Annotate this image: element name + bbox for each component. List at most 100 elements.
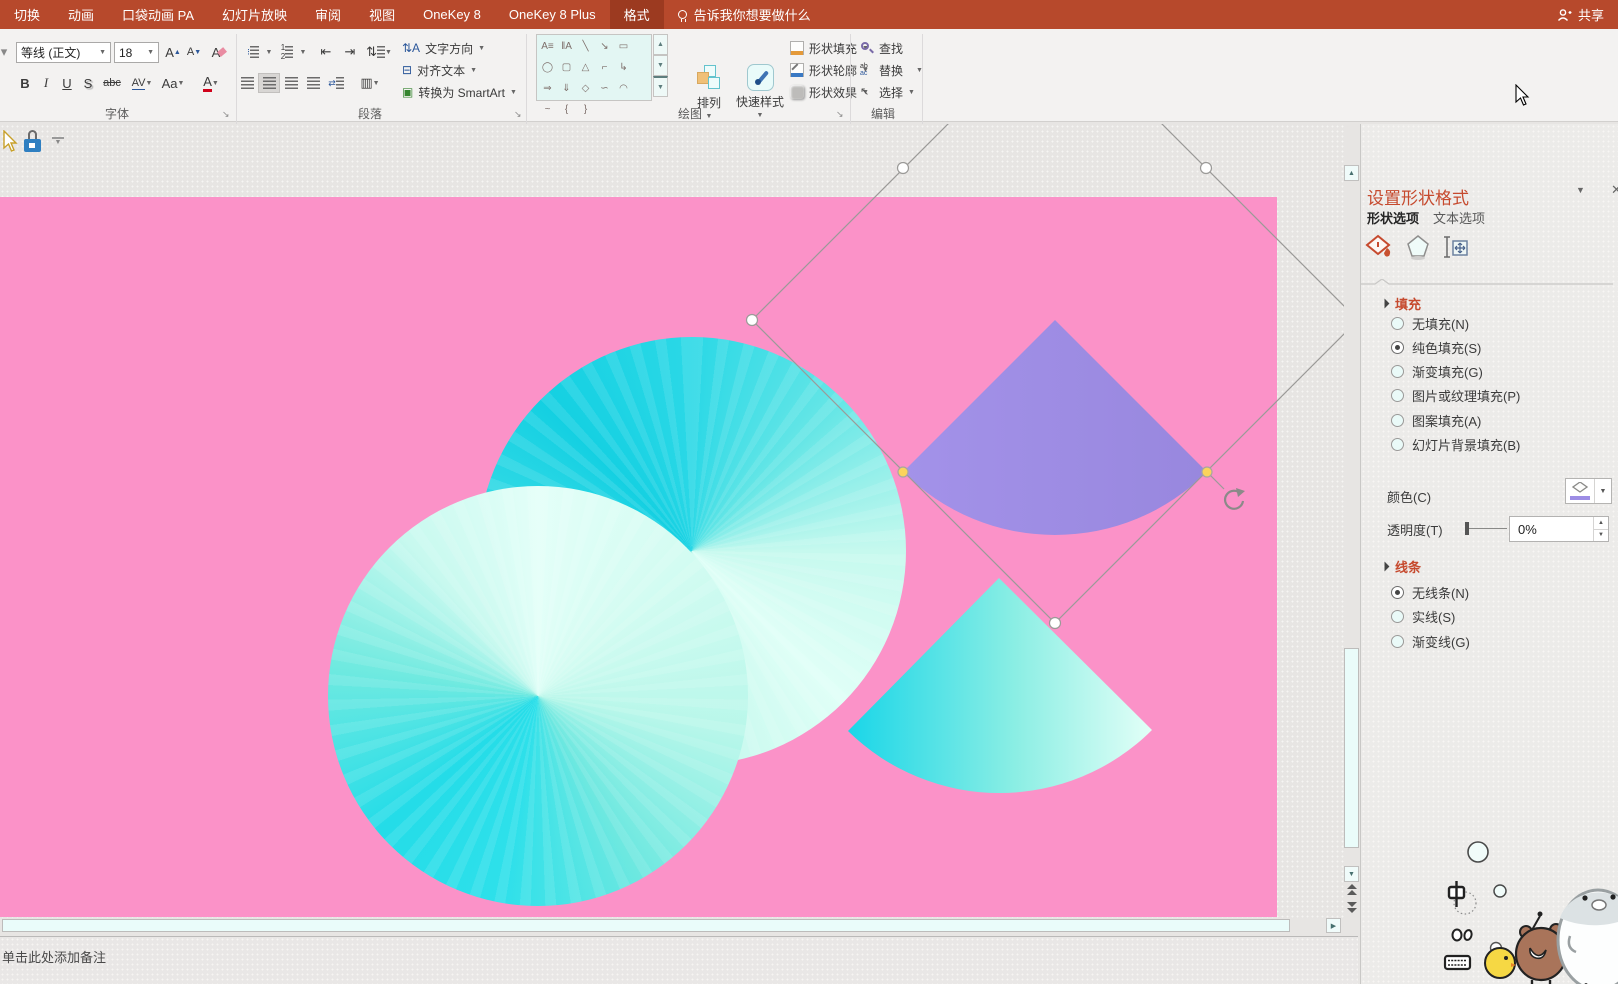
menu-tab-切换[interactable]: 切换 (0, 0, 54, 29)
hscroll-right-button[interactable]: ▶ (1326, 918, 1341, 933)
purple-fan-shape[interactable] (903, 320, 1207, 535)
line-option-0[interactable]: 无线条(N) (1391, 584, 1469, 601)
effects-icon-tab[interactable] (1405, 234, 1431, 260)
fill-radio-5[interactable] (1391, 438, 1404, 451)
next-slide-button[interactable] (1346, 902, 1358, 915)
line-radio-2[interactable] (1391, 634, 1404, 648)
gallery-shape-2[interactable]: ╲ (576, 36, 595, 57)
fill-radio-0[interactable] (1391, 316, 1404, 330)
fill-radio-4[interactable] (1391, 413, 1404, 427)
fill-option-1[interactable]: 纯色填充(S) (1391, 339, 1481, 356)
increase-font-button[interactable]: A ▲ (163, 42, 183, 62)
align-text-button[interactable]: ⊟ 对齐文本 ▼ (402, 60, 477, 80)
arrange-button[interactable]: 排列 ▼ (688, 63, 730, 133)
gallery-shape-12[interactable]: ◇ (576, 78, 595, 99)
gallery-shape-10[interactable]: ⇒ (538, 78, 557, 99)
menu-tab-视图[interactable]: 视图 (355, 0, 409, 29)
line-radio-0[interactable] (1391, 585, 1404, 599)
select-button[interactable]: ↖ 选择 ▼ (860, 82, 915, 102)
replace-button[interactable]: ab ac 替换 ▼ (860, 60, 923, 80)
color-dropdown-arrow[interactable]: ▼ (1594, 479, 1611, 503)
fill-radio-2[interactable] (1391, 365, 1404, 379)
line-option-1[interactable]: 实线(S) (1391, 609, 1455, 625)
spinner-down[interactable]: ▼ (1594, 528, 1608, 542)
clipped-button[interactable]: ▾ (0, 43, 8, 61)
gallery-shape-17[interactable]: } (576, 99, 595, 120)
align-center-button[interactable] (258, 73, 280, 93)
gallery-shape-11[interactable]: ⇓ (557, 78, 576, 99)
change-case-button[interactable]: Aa ▼ (158, 73, 188, 93)
cyan-fan-shape[interactable] (848, 578, 1152, 794)
size-properties-icon-tab[interactable] (1443, 234, 1469, 260)
clear-formatting-button[interactable]: A (208, 42, 230, 62)
fill-option-2[interactable]: 渐变填充(G) (1391, 364, 1483, 380)
gallery-shape-8[interactable]: ⌐ (595, 57, 614, 78)
hscroll-thumb[interactable] (2, 919, 1290, 932)
menu-tab-口袋动画 PA[interactable]: 口袋动画 PA (108, 0, 208, 29)
shape-effects-button[interactable]: 形状效果 ▼ (790, 82, 869, 102)
strikethrough-button[interactable]: abc (100, 73, 124, 93)
shape-outline-button[interactable]: 形状轮廓 ▼ (790, 60, 869, 80)
find-button[interactable]: 查找 (860, 38, 903, 58)
distribute-button[interactable]: ⇄ (324, 73, 348, 93)
line-section-header[interactable]: 线条 (1379, 557, 1421, 576)
increase-indent-button[interactable]: ⇥ (339, 42, 361, 62)
slide-canvas[interactable]: ▼ (0, 124, 1344, 918)
gallery-shape-6[interactable]: ▢ (557, 57, 576, 78)
pointer-tool-icon[interactable] (2, 130, 22, 154)
fill-option-0[interactable]: 无填充(N) (1391, 315, 1469, 332)
menu-tab-动画[interactable]: 动画 (54, 0, 108, 29)
resize-handle-ne[interactable] (1199, 161, 1213, 175)
gallery-shape-3[interactable]: ↘ (595, 36, 614, 57)
decrease-font-button[interactable]: A ▼ (184, 42, 204, 62)
menu-tab-OneKey 8[interactable]: OneKey 8 (409, 0, 495, 29)
menu-tab-格式[interactable]: 格式 (609, 0, 664, 29)
fill-option-3[interactable]: 图片或纹理填充(P) (1391, 388, 1520, 404)
text-shadow-button[interactable]: S (79, 73, 97, 93)
menu-tab-审阅[interactable]: 审阅 (301, 0, 355, 29)
fill-option-4[interactable]: 图案填充(A) (1391, 412, 1481, 429)
notes-pane[interactable]: 单击此处添加备注 (0, 937, 1358, 984)
tab-shape-options[interactable]: 形状选项 (1367, 208, 1419, 227)
gallery-shape-1[interactable]: ‖A (557, 36, 576, 57)
align-left-button[interactable] (236, 73, 258, 93)
fill-color-button[interactable]: ▼ (1565, 478, 1612, 504)
toolbar-options-dropdown[interactable]: ▼ (52, 137, 64, 146)
gallery-scroll-up[interactable]: ▲ (653, 34, 668, 55)
line-option-2[interactable]: 渐变线(G) (1391, 633, 1470, 650)
fill-option-5[interactable]: 幻灯片背景填充(B) (1391, 437, 1520, 453)
gallery-shape-4[interactable]: ▭ (614, 36, 633, 57)
align-right-button[interactable] (280, 73, 302, 93)
shape-fill-button[interactable]: 形状填充 ▼ (790, 38, 869, 58)
bullets-dropdown[interactable]: ▼ (264, 42, 274, 62)
bold-button[interactable]: B (16, 73, 34, 93)
fill-radio-3[interactable] (1391, 389, 1404, 403)
tab-text-options[interactable]: 文本选项 (1433, 208, 1485, 227)
convert-smartart-button[interactable]: ▣ 转换为 SmartArt ▼ (402, 82, 517, 102)
vscroll-down-button[interactable]: ▼ (1344, 866, 1359, 882)
resize-handle-nw[interactable] (896, 161, 910, 175)
character-spacing-button[interactable]: AV ▼ (127, 73, 157, 93)
gallery-shape-7[interactable]: △ (576, 57, 595, 78)
gallery-shape-14[interactable]: ◠ (614, 78, 633, 99)
lock-icon[interactable] (24, 139, 41, 152)
transparency-slider-track[interactable] (1469, 528, 1507, 529)
gallery-scroll-down[interactable]: ▼ (653, 55, 668, 76)
gallery-shape-0[interactable]: A≡ (538, 36, 557, 57)
numbering-button[interactable]: 12 (277, 42, 297, 62)
font-dialog-launcher[interactable]: ↘ (222, 109, 230, 120)
font-name-combo[interactable]: 等线 (正文) ▼ (16, 42, 111, 63)
decrease-indent-button[interactable]: ⇤ (315, 42, 337, 62)
gallery-shape-16[interactable]: { (557, 99, 576, 120)
fill-radio-1[interactable] (1391, 340, 1404, 354)
gallery-more-button[interactable]: ▼ (653, 76, 668, 97)
tell-me-box[interactable]: 告诉我你想要做什么 (664, 0, 825, 29)
font-size-combo[interactable]: 18 ▼ (114, 42, 159, 63)
panel-title-dropdown[interactable]: ▼ (1576, 185, 1585, 195)
menu-tab-OneKey 8 Plus[interactable]: OneKey 8 Plus (495, 0, 610, 29)
gallery-shape-13[interactable]: ∽ (595, 78, 614, 99)
vscroll-thumb[interactable] (1344, 648, 1359, 848)
quick-styles-button[interactable]: 快速样式 ▼ (732, 63, 788, 133)
slide[interactable] (0, 197, 1277, 917)
text-direction-button[interactable]: ⇅A 文字方向 ▼ (402, 38, 485, 58)
